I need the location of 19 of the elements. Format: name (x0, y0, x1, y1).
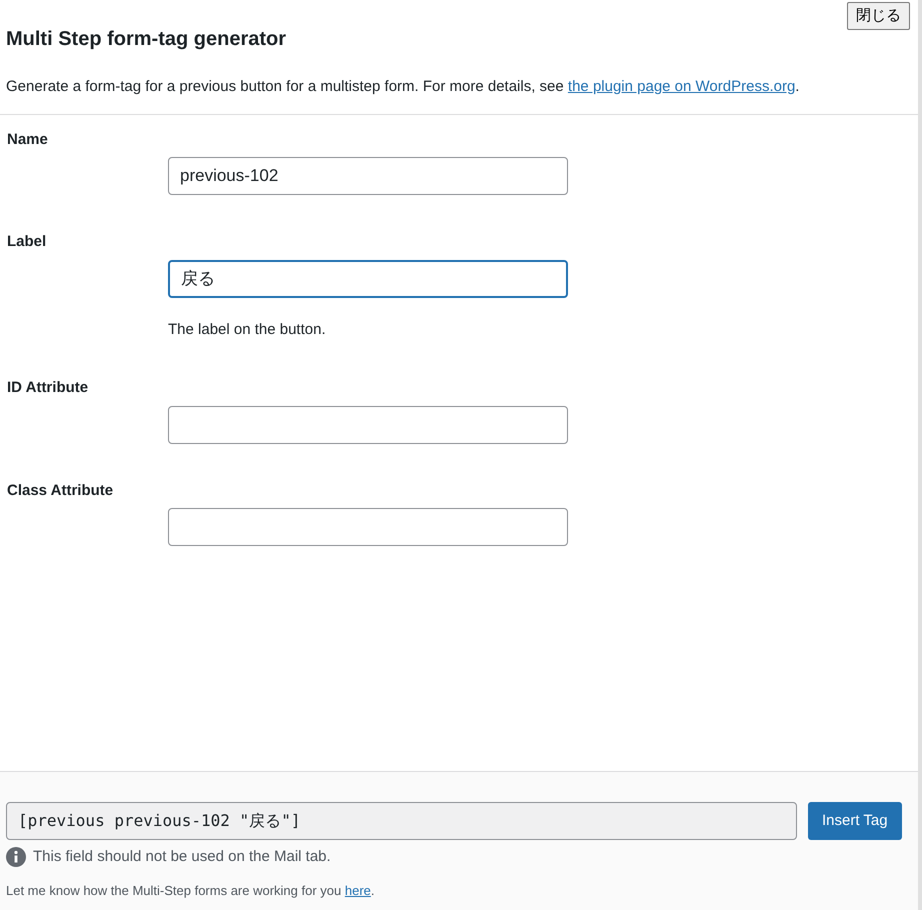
field-hint: The label on the button. (168, 320, 327, 340)
text-field[interactable]: 戻る (168, 260, 568, 298)
close-button[interactable]: 閉じる (847, 2, 910, 30)
field-label: Label (7, 232, 48, 252)
description-text: Generate a form-tag for a previous button for a multistep form. For more details, see the plugin page on WordPress.org. (5, 77, 800, 97)
field-label: Class Attribute (7, 480, 114, 500)
plugin-page-link[interactable]: the plugin page on WordPress.org (568, 78, 796, 95)
dialog-title: Multi Step form-tag generator (5, 27, 288, 52)
info-icon (6, 847, 26, 868)
field-label: ID Attribute (7, 378, 90, 398)
text-field[interactable] (168, 508, 568, 546)
field-label: Name (7, 130, 49, 150)
feedback-text: Let me know how the Multi-Step forms are working for you here. (6, 882, 376, 900)
feedback-link[interactable]: here (344, 882, 371, 898)
tag-code-field[interactable]: [previous previous-102 "戻る"] (6, 802, 797, 840)
text-field[interactable] (168, 406, 568, 444)
text-field[interactable]: previous-102 (168, 157, 568, 195)
insert-tag-button[interactable]: Insert Tag (808, 802, 902, 840)
notice-text: This field should not be used on the Mail tab. (33, 847, 331, 867)
